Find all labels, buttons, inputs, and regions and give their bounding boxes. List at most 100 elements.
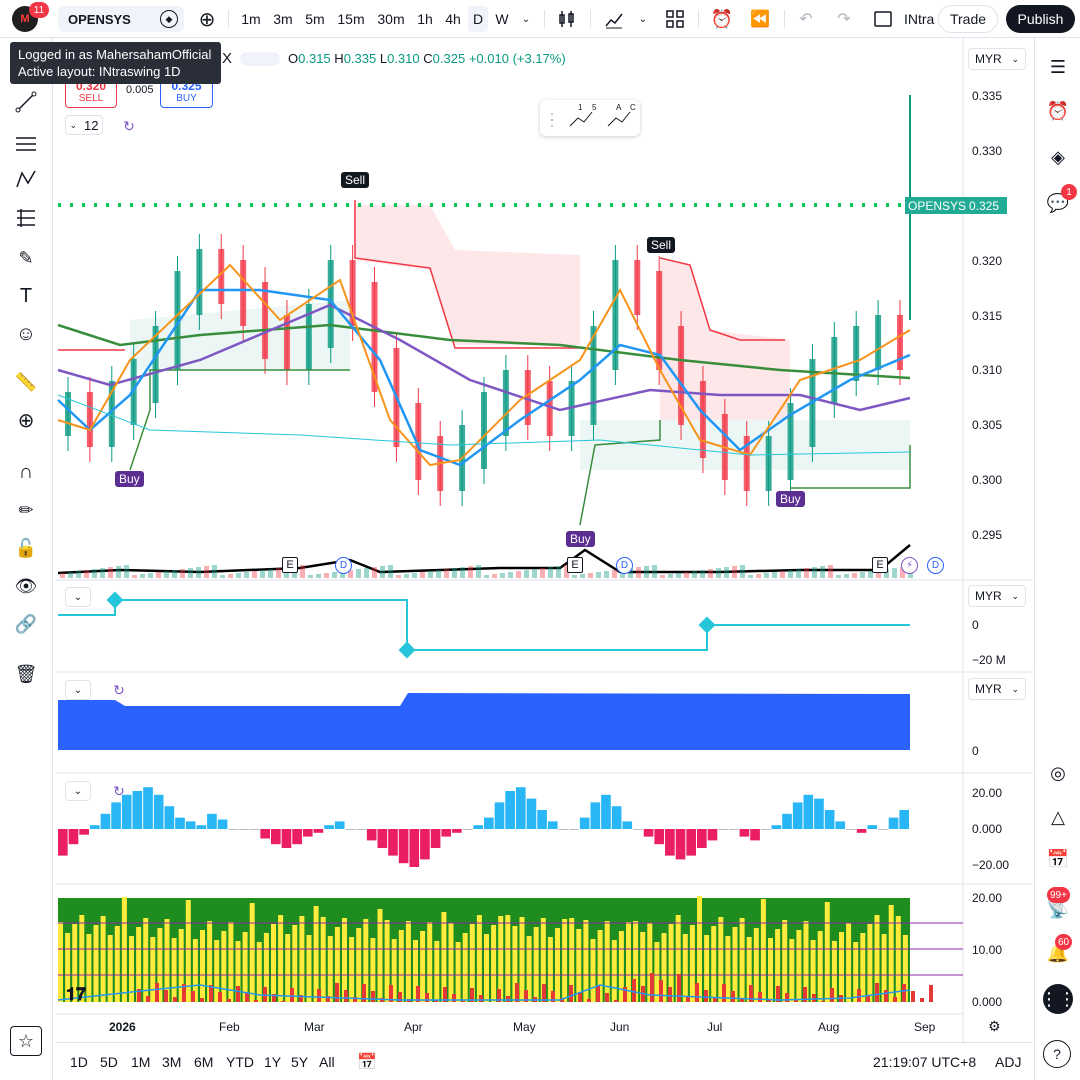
pane3-tick: 20.00 <box>972 786 1003 800</box>
chart-canvas[interactable] <box>0 0 1080 1080</box>
momentum-bar <box>771 825 782 829</box>
volume-bar <box>364 568 369 578</box>
stack-red <box>479 995 483 1002</box>
momentum-bar <box>803 794 814 829</box>
stack-yellow <box>256 942 262 1002</box>
clock[interactable]: 21:19:07 UTC+8 <box>873 1054 976 1070</box>
floating-pattern-toolbar[interactable]: 15 AC <box>540 100 640 136</box>
tradingview-app: M 11 OPENSYS ◆ ⊕ 1m 3m 5m 15m 30m 1h 4h … <box>0 0 1080 1080</box>
price-tick: 0.315 <box>972 309 1003 323</box>
pane4-tick: 0.000 <box>972 995 1003 1009</box>
adjust-toggle[interactable]: ADJ <box>995 1054 1021 1070</box>
date-range-calendar-icon[interactable]: 📅 <box>357 1052 377 1072</box>
volume-bar <box>516 571 521 578</box>
blue-area <box>58 693 910 750</box>
pane4-tick: 20.00 <box>972 891 1003 905</box>
stack-red <box>884 990 888 1002</box>
stack-yellow <box>249 903 255 1002</box>
volume-bar <box>548 567 553 578</box>
step-marker <box>698 616 716 634</box>
time-tick: Sep <box>914 1020 936 1034</box>
range-all[interactable]: All <box>319 1054 335 1070</box>
stack-yellow <box>434 941 440 1002</box>
range-6m[interactable]: 6M <box>194 1054 213 1070</box>
stack-yellow <box>739 918 745 1002</box>
stack-red <box>866 996 870 1002</box>
dividend-event-marker[interactable]: D <box>616 557 633 574</box>
split-event-icon[interactable]: ⚡ <box>901 557 918 574</box>
tooltip-line-1: Logged in as MahersahamOfficial <box>18 47 212 62</box>
stack-yellow <box>476 915 482 1002</box>
momentum-bar <box>846 829 856 830</box>
dividend-event-marker[interactable]: D <box>335 557 352 574</box>
momentum-bar <box>420 829 430 860</box>
volume-bar <box>692 571 697 578</box>
stack-yellow <box>888 905 894 1002</box>
stack-red <box>920 998 924 1002</box>
stack-red <box>164 990 168 1002</box>
dividend-event-marker[interactable]: D <box>927 557 944 574</box>
volume-bar <box>476 565 481 578</box>
range-1y[interactable]: 1Y <box>264 1054 281 1070</box>
volume-bar <box>260 570 265 578</box>
stack-yellow <box>107 935 113 1002</box>
volume-bar <box>276 568 281 578</box>
refresh-icon[interactable]: ↻ <box>110 681 128 699</box>
stack-yellow <box>114 926 120 1002</box>
earnings-event-marker[interactable]: E <box>567 557 583 573</box>
range-1m[interactable]: 1M <box>131 1054 150 1070</box>
momentum-bar <box>814 798 824 829</box>
currency-selector[interactable]: MYR ⌄ <box>968 585 1026 607</box>
time-tick: Mar <box>304 1020 325 1034</box>
volume-bar <box>116 566 121 578</box>
candle-body <box>765 436 772 491</box>
volume-bar <box>388 565 393 578</box>
stack-red <box>668 987 672 1002</box>
volume-bar <box>484 575 489 578</box>
price-tick: 0.320 <box>972 254 1003 268</box>
candle-body <box>875 315 882 370</box>
pane-collapse-button[interactable]: ⌄ <box>65 781 91 801</box>
stack-yellow <box>405 921 411 1002</box>
buy-signal-label: Buy <box>566 531 595 547</box>
currency-selector[interactable]: MYR ⌄ <box>968 678 1026 700</box>
volume-bar <box>172 570 177 578</box>
earnings-event-marker[interactable]: E <box>282 557 298 573</box>
refresh-icon[interactable]: ↻ <box>110 782 128 800</box>
volume-bar <box>220 575 225 578</box>
settings-gear-icon[interactable]: ⚙ <box>988 1018 1001 1035</box>
stack-yellow <box>100 916 106 1002</box>
momentum-bar <box>697 829 707 848</box>
volume-bar <box>436 570 441 578</box>
pane-collapse-button[interactable]: ⌄ <box>65 587 91 607</box>
range-5d[interactable]: 5D <box>100 1054 118 1070</box>
currency-selector[interactable]: MYR ⌄ <box>968 48 1026 70</box>
stack-red <box>245 993 249 1002</box>
momentum-bar <box>569 829 579 830</box>
volume-bar <box>556 566 561 578</box>
stack-yellow <box>533 927 539 1002</box>
momentum-bar <box>271 829 281 845</box>
indicator-settings-toggle[interactable]: ⌄ 12 <box>65 115 103 135</box>
momentum-bar <box>611 806 622 829</box>
volume-bar <box>84 570 89 578</box>
range-ytd[interactable]: YTD <box>226 1054 254 1070</box>
refresh-icon[interactable]: ↻ <box>120 117 138 135</box>
market-status-icon[interactable] <box>240 52 280 66</box>
stack-yellow <box>455 942 461 1002</box>
stack-red <box>821 1001 825 1002</box>
legend-x: X <box>222 50 233 67</box>
volume-bar <box>756 574 761 578</box>
svg-text:1: 1 <box>578 103 583 112</box>
earnings-event-marker[interactable]: E <box>872 557 888 573</box>
ohlc-legend: O0.315 H0.335 L0.310 C0.325 +0.010 (+3.1… <box>288 51 566 66</box>
volume-bar <box>860 572 865 578</box>
momentum-bar <box>547 821 558 829</box>
tradingview-logo-icon[interactable]: 𝟏𝟕 <box>66 984 86 1005</box>
range-3m[interactable]: 3M <box>162 1054 181 1070</box>
range-5y[interactable]: 5Y <box>291 1054 308 1070</box>
stack-red <box>155 983 159 1002</box>
range-1d[interactable]: 1D <box>70 1054 88 1070</box>
momentum-bar <box>718 829 728 830</box>
pane-collapse-button[interactable]: ⌄ <box>65 680 91 700</box>
